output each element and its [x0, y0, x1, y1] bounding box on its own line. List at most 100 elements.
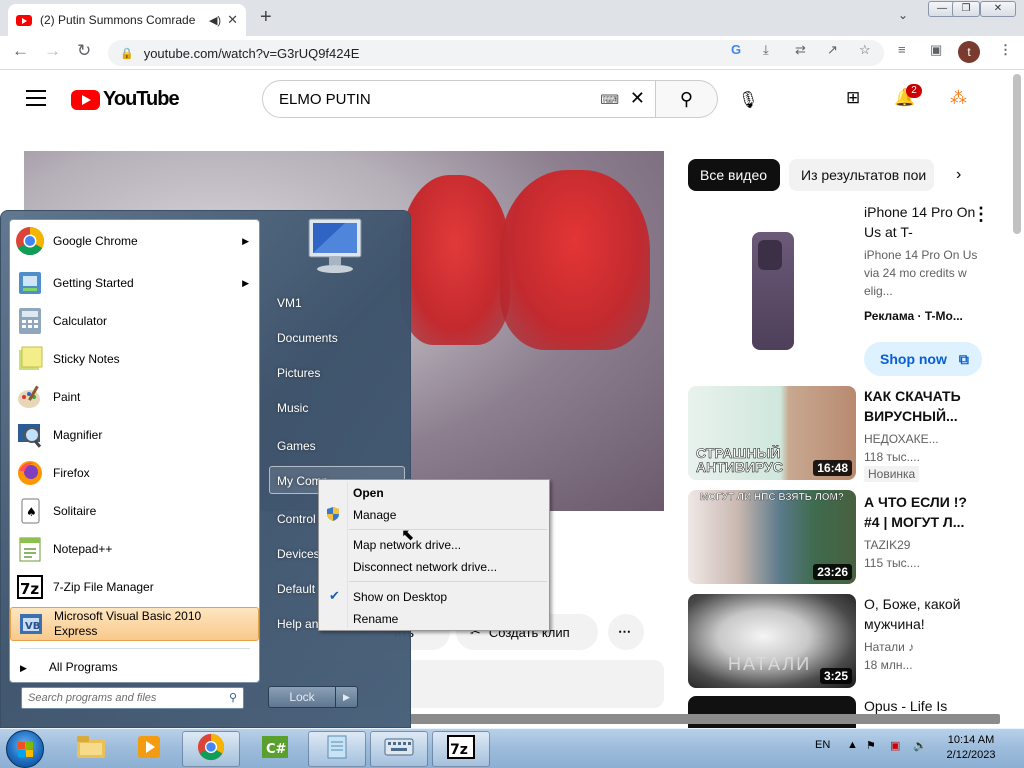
- microphone-icon[interactable]: 🎙: [738, 90, 758, 110]
- program-google-chrome[interactable]: Google Chrome ▶: [10, 223, 259, 259]
- keyboard-icon[interactable]: ⌨: [600, 92, 619, 108]
- search-button[interactable]: ⚲: [656, 80, 718, 118]
- more-actions-button[interactable]: ⋯: [608, 614, 644, 650]
- video-duration: 16:48: [813, 460, 852, 476]
- ctx-disconnect-network-drive[interactable]: Disconnect network drive...: [353, 560, 497, 574]
- taskbar-7zip[interactable]: 7z: [432, 731, 490, 767]
- video-title[interactable]: Opus - Life Is: [864, 696, 980, 716]
- google-lens-icon[interactable]: G: [731, 42, 741, 57]
- startlink-documents[interactable]: Documents: [277, 331, 338, 345]
- search-icon: ⚲: [679, 89, 694, 109]
- startlink-control-panel[interactable]: Control: [277, 512, 316, 526]
- chevron-right-icon[interactable]: ›: [956, 166, 961, 184]
- vb-icon: VB: [15, 608, 47, 640]
- startlink-pictures[interactable]: Pictures: [277, 366, 320, 380]
- side-panel-icon[interactable]: ▣: [930, 42, 942, 58]
- ctx-show-on-desktop[interactable]: Show on Desktop: [353, 590, 447, 604]
- speaker-icon[interactable]: ◀): [209, 14, 221, 27]
- chip-all-videos[interactable]: Все видео: [688, 159, 780, 191]
- hamburger-menu-icon[interactable]: [26, 90, 46, 106]
- clear-search-icon[interactable]: ✕: [630, 88, 645, 109]
- startlink-music[interactable]: Music: [277, 401, 308, 415]
- external-link-icon: ⧉: [958, 350, 969, 367]
- startlink-default-programs[interactable]: Default: [277, 582, 315, 596]
- ctx-manage[interactable]: Manage: [353, 508, 396, 522]
- create-video-icon[interactable]: ⊞: [846, 88, 860, 108]
- startlink-games[interactable]: Games: [277, 439, 316, 453]
- ctx-rename[interactable]: Rename: [353, 612, 398, 626]
- startlink-vm1[interactable]: VM1: [277, 296, 302, 310]
- video-title[interactable]: КАК СКАЧАТЬ ВИРУСНЫЙ...: [864, 386, 980, 426]
- program-getting-started[interactable]: Getting Started ▶: [10, 265, 259, 301]
- network-icon[interactable]: ▣: [890, 739, 900, 752]
- chip-from-results[interactable]: Из результатов пои: [789, 159, 934, 191]
- forward-icon[interactable]: →: [44, 41, 61, 61]
- video-thumbnail[interactable]: МОГУТ ЛИ НПС ВЗЯТЬ ЛОМ? 23:26: [688, 490, 856, 584]
- taskbar-media-player[interactable]: [120, 731, 178, 767]
- all-programs-button[interactable]: ▶ All Programs: [20, 660, 118, 674]
- startlink-devices[interactable]: Devices: [277, 547, 320, 561]
- taskbar-onscreen-keyboard[interactable]: [370, 731, 428, 767]
- browser-menu-icon[interactable]: ⋮: [999, 42, 1012, 58]
- lock-button[interactable]: Lock: [268, 686, 336, 708]
- lock-icon[interactable]: 🔒: [120, 47, 134, 60]
- shop-now-button[interactable]: Shop now ⧉: [864, 342, 982, 376]
- back-icon[interactable]: ←: [12, 41, 29, 61]
- profile-avatar[interactable]: t: [958, 41, 980, 63]
- taskbar-chrome[interactable]: [182, 731, 240, 767]
- action-center-icon[interactable]: ⚑: [866, 739, 876, 752]
- program-notepadpp[interactable]: Notepad++: [10, 531, 259, 567]
- thumbnail-text: МОГУТ ЛИ НПС ВЗЯТЬ ЛОМ?: [700, 492, 844, 503]
- install-icon[interactable]: ⤓: [763, 42, 769, 58]
- tab-search-chevron-icon[interactable]: ⌄: [898, 8, 908, 22]
- youtube-logo[interactable]: YouTube: [71, 88, 180, 111]
- start-search-input[interactable]: Search programs and files ⚲: [21, 687, 244, 709]
- start-button[interactable]: [6, 730, 44, 768]
- maximize-icon[interactable]: ❐: [952, 1, 980, 17]
- taskbar-csharp[interactable]: C#: [246, 731, 304, 767]
- video-thumbnail[interactable]: НАТАЛИ 3:25: [688, 594, 856, 688]
- ad-title[interactable]: iPhone 14 Pro On Us at T-: [864, 202, 980, 242]
- keyboard-icon: [384, 735, 414, 764]
- view-count: 115 тыс....: [864, 556, 920, 570]
- reload-icon[interactable]: ↻: [77, 41, 91, 61]
- new-tab-icon[interactable]: +: [260, 6, 272, 29]
- folder-icon: [76, 734, 106, 765]
- program-paint[interactable]: Paint: [10, 379, 259, 415]
- language-indicator[interactable]: EN: [815, 739, 830, 751]
- channel-name[interactable]: Натали ♪: [864, 638, 980, 656]
- program-sticky-notes[interactable]: Sticky Notes: [10, 341, 259, 377]
- channel-name[interactable]: TAZIK29: [864, 536, 980, 554]
- video-title[interactable]: О, Боже, какой мужчина!: [864, 594, 980, 634]
- taskbar-explorer[interactable]: [62, 731, 120, 767]
- program-7zip[interactable]: 7z 7-Zip File Manager: [10, 569, 259, 605]
- tab-title: (2) Putin Summons Comrade: [40, 13, 196, 27]
- shutdown-options-arrow-icon[interactable]: ▶: [336, 686, 358, 708]
- volume-icon[interactable]: 🔊: [913, 739, 927, 752]
- vertical-scrollbar[interactable]: [1013, 74, 1021, 234]
- bookmark-star-icon[interactable]: ☆: [859, 42, 871, 58]
- show-hidden-icons-icon[interactable]: ▲: [847, 739, 858, 751]
- horizontal-scrollbar[interactable]: [410, 714, 1000, 724]
- translate-icon[interactable]: ⇄: [795, 42, 806, 58]
- startlink-help[interactable]: Help an: [277, 617, 318, 631]
- program-visual-basic-2010[interactable]: VB Microsoft Visual Basic 2010 Express: [10, 607, 259, 641]
- window-close-icon[interactable]: ✕: [980, 1, 1016, 17]
- program-magnifier[interactable]: Magnifier: [10, 417, 259, 453]
- browser-tab[interactable]: (2) Putin Summons Comrade ◀) ✕: [8, 4, 246, 36]
- taskbar-clock[interactable]: 10:14 AM 2/12/2023: [936, 733, 1006, 763]
- media-control-icon[interactable]: ≡: [898, 42, 906, 57]
- tab-close-icon[interactable]: ✕: [227, 12, 238, 28]
- search-input[interactable]: ELMO PUTIN ⌨ ✕: [262, 80, 656, 118]
- ctx-open[interactable]: Open: [353, 486, 384, 500]
- account-avatar-icon[interactable]: ⁂: [950, 88, 967, 108]
- share-icon[interactable]: ↗: [827, 42, 838, 58]
- video-thumbnail[interactable]: СТРАШНЫЙ АНТИВИРУС 16:48: [688, 386, 856, 480]
- video-title[interactable]: А ЧТО ЕСЛИ !? #4 | МОГУТ Л...: [864, 492, 980, 532]
- channel-name[interactable]: НЕДОХАКЕ...: [864, 430, 980, 448]
- program-solitaire[interactable]: ♠ Solitaire: [10, 493, 259, 529]
- program-calculator[interactable]: Calculator: [10, 303, 259, 339]
- ad-more-icon[interactable]: ⋮: [972, 204, 990, 225]
- taskbar-notepad[interactable]: [308, 731, 366, 767]
- program-firefox[interactable]: Firefox: [10, 455, 259, 491]
